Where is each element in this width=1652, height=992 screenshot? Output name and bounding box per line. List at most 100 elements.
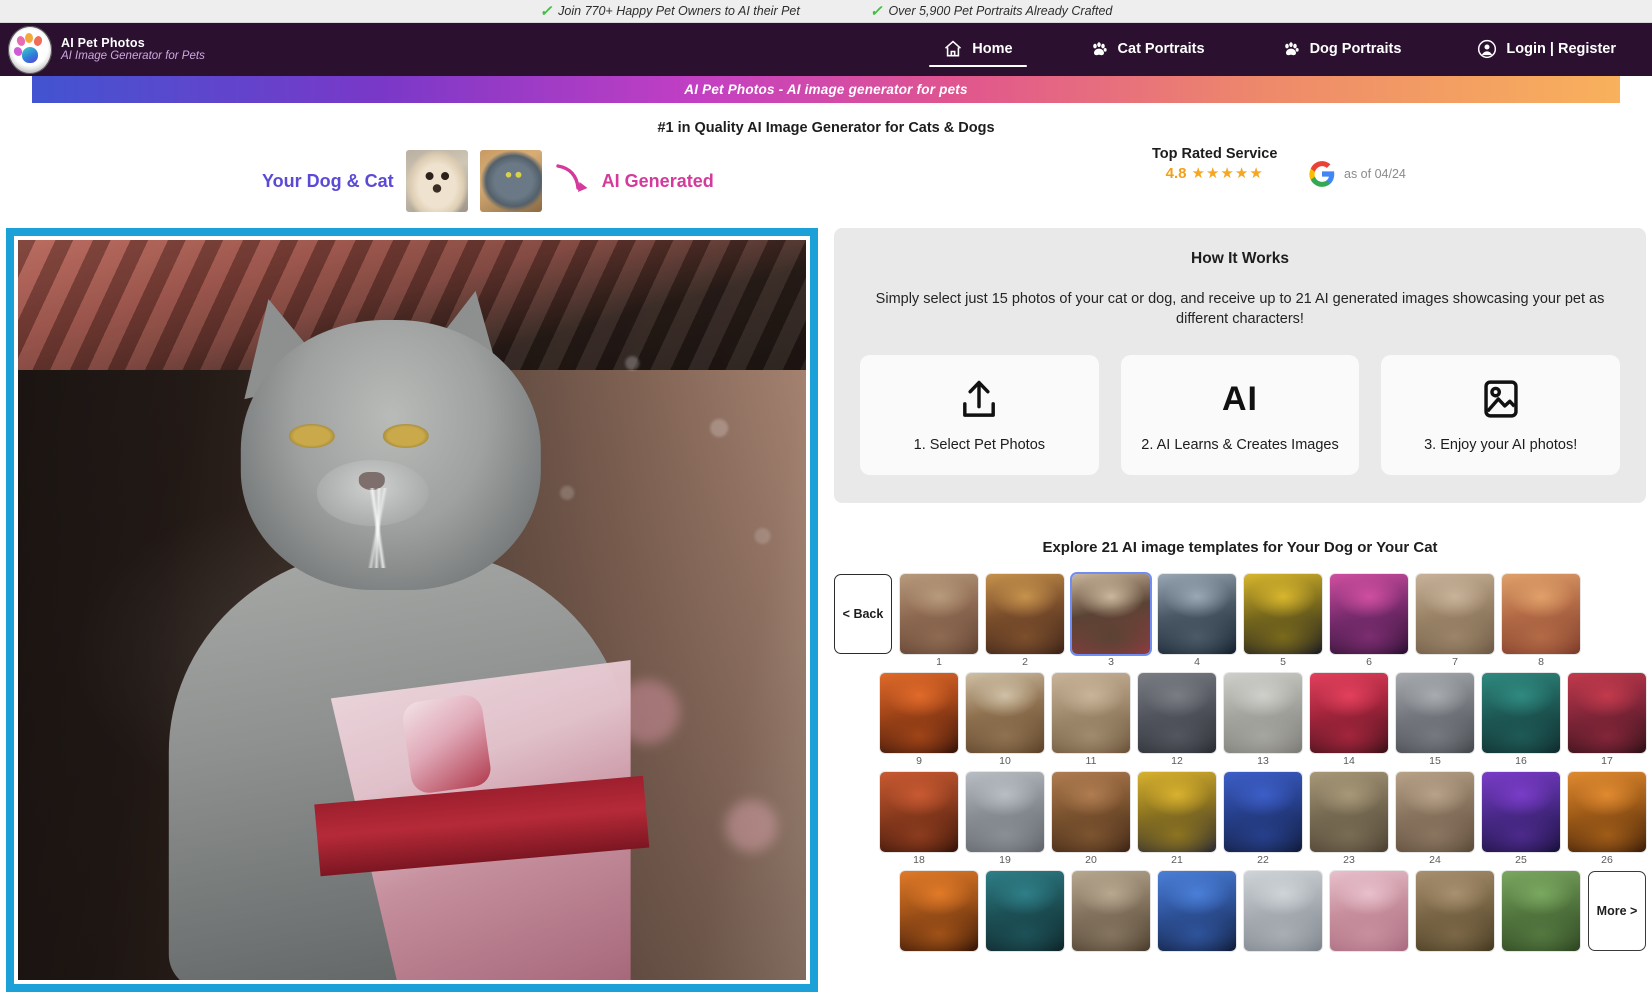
template-thumbnail-14[interactable]: [1310, 673, 1388, 754]
nav-item-login-register[interactable]: Login | Register: [1463, 33, 1630, 67]
paw-icon: [1284, 41, 1299, 55]
template-thumbnail-20[interactable]: [1052, 772, 1130, 853]
template-cell: 18: [880, 772, 958, 866]
template-number: 15: [1429, 755, 1441, 768]
template-number: 12: [1171, 755, 1183, 768]
template-thumbnail-22[interactable]: [1224, 772, 1302, 853]
template-number: 17: [1601, 755, 1613, 768]
template-thumbnail-3[interactable]: [1072, 574, 1150, 655]
gallery-more-button[interactable]: More >: [1588, 871, 1646, 952]
template-thumbnail-25[interactable]: [1482, 772, 1560, 853]
template-thumbnail[interactable]: [986, 871, 1064, 952]
step-select-pet-photos[interactable]: 1. Select Pet Photos: [860, 355, 1099, 476]
template-cell: 9: [880, 673, 958, 767]
template-number: 16: [1515, 755, 1527, 768]
template-thumbnail-1[interactable]: [900, 574, 978, 655]
template-thumbnail-13[interactable]: [1224, 673, 1302, 754]
template-thumbnail[interactable]: [1072, 871, 1150, 952]
gallery-back-button[interactable]: < Back: [834, 574, 892, 655]
template-cell: [1416, 871, 1494, 953]
brand-title: AI Pet Photos: [61, 35, 145, 50]
hero-strip: Your Dog & Cat AI Generated Top Rated Se…: [0, 142, 1652, 220]
template-thumbnail[interactable]: [1416, 871, 1494, 952]
template-cell: [986, 871, 1064, 953]
template-thumbnail[interactable]: [1502, 871, 1580, 952]
template-thumbnail[interactable]: [1244, 871, 1322, 952]
template-thumbnail-21[interactable]: [1138, 772, 1216, 853]
template-thumbnail[interactable]: [1330, 871, 1408, 952]
template-number: 14: [1343, 755, 1355, 768]
nav-item-dog-portraits[interactable]: Dog Portraits: [1267, 33, 1416, 67]
template-number: 3: [1108, 656, 1114, 669]
template-cell: [1158, 871, 1236, 953]
rating-title: Top Rated Service: [1152, 146, 1278, 162]
template-number: 11: [1085, 755, 1097, 768]
template-thumbnail-24[interactable]: [1396, 772, 1474, 853]
ai-generated-cat-kimono-portrait[interactable]: [6, 228, 818, 992]
template-number: 25: [1515, 854, 1527, 867]
template-cell: 8: [1502, 574, 1580, 668]
nav-item-home[interactable]: Home: [929, 33, 1027, 67]
template-thumbnail-26[interactable]: [1568, 772, 1646, 853]
template-cell: 15: [1396, 673, 1474, 767]
template-cell: 26: [1568, 772, 1646, 866]
template-thumbnail-18[interactable]: [880, 772, 958, 853]
announcement-bar: ✓ Join 770+ Happy Pet Owners to AI their…: [0, 0, 1652, 23]
template-cell: 25: [1482, 772, 1560, 866]
template-thumbnail-5[interactable]: [1244, 574, 1322, 655]
brand-logo-link[interactable]: AI Pet Photos AI Image Generator for Pet…: [8, 25, 205, 74]
template-thumbnail[interactable]: [900, 871, 978, 952]
template-thumbnail-9[interactable]: [880, 673, 958, 754]
template-thumbnail-15[interactable]: [1396, 673, 1474, 754]
template-cell: 5: [1244, 574, 1322, 668]
template-number: 20: [1085, 854, 1097, 867]
google-g-icon: [1309, 161, 1335, 187]
template-grid: < Back 1 2 3 4 5 6 7 8 9 10 11 12 13 14 15 16 17 18 19 20 21 2…: [834, 574, 1646, 953]
promo-banner-wrapper: AI Pet Photos - AI image generator for p…: [0, 76, 1652, 111]
nav-label-dog-portraits: Dog Portraits: [1309, 40, 1402, 57]
dog-photo-thumbnail: [405, 150, 468, 212]
template-thumbnail-10[interactable]: [966, 673, 1044, 754]
template-thumbnail-23[interactable]: [1310, 772, 1388, 853]
template-number: 22: [1257, 854, 1269, 867]
promo-banner-text: AI Pet Photos - AI image generator for p…: [684, 82, 968, 97]
template-cell: [1330, 871, 1408, 953]
step-ai-learns-creates[interactable]: AI 2. AI Learns & Creates Images: [1120, 355, 1360, 476]
template-thumbnail-6[interactable]: [1330, 574, 1408, 655]
template-thumbnail-7[interactable]: [1416, 574, 1494, 655]
template-number: 4: [1194, 656, 1200, 669]
nav-item-cat-portraits[interactable]: Cat Portraits: [1075, 33, 1219, 67]
grid-spacer: [834, 871, 892, 953]
nav-label-home: Home: [972, 40, 1013, 57]
template-thumbnail-17[interactable]: [1568, 673, 1646, 754]
upload-icon: [963, 380, 996, 417]
template-thumbnail-19[interactable]: [966, 772, 1044, 853]
grid-spacer: [834, 772, 872, 866]
how-it-works-panel: How It Works Simply select just 15 photo…: [834, 228, 1646, 504]
template-row: 9 10 11 12 13 14 15 16 17: [834, 673, 1646, 767]
template-gallery-title: Explore 21 AI image templates for Your D…: [1042, 539, 1438, 557]
paw-icon: [1092, 41, 1107, 55]
template-number: 21: [1171, 854, 1183, 867]
template-thumbnail-16[interactable]: [1482, 673, 1560, 754]
template-thumbnail-4[interactable]: [1158, 574, 1236, 655]
cat-photo-thumbnail: [479, 150, 542, 212]
step-enjoy-ai-photos[interactable]: 3. Enjoy your AI photos!: [1381, 355, 1621, 476]
nav-label-login-register: Login | Register: [1506, 40, 1616, 57]
template-cell: 4: [1158, 574, 1236, 668]
template-thumbnail-11[interactable]: [1052, 673, 1130, 754]
template-thumbnail-2[interactable]: [986, 574, 1064, 655]
template-thumbnail-8[interactable]: [1502, 574, 1580, 655]
template-thumbnail[interactable]: [1158, 871, 1236, 952]
template-cell: 24: [1396, 772, 1474, 866]
ai-generated-label: AI Generated: [601, 170, 714, 191]
template-number: 2: [1022, 656, 1028, 669]
cat-subject: [121, 282, 681, 980]
template-thumbnail-12[interactable]: [1138, 673, 1216, 754]
how-it-works-steps: 1. Select Pet Photos AI 2. AI Learns & C…: [860, 355, 1621, 476]
template-cell: 13: [1224, 673, 1302, 767]
template-cell: 12: [1138, 673, 1216, 767]
template-gallery: Explore 21 AI image templates for Your D…: [834, 539, 1646, 953]
check-icon: ✓: [869, 2, 883, 20]
rating-block: Top Rated Service 4.8 ★★★★★: [1152, 146, 1277, 182]
